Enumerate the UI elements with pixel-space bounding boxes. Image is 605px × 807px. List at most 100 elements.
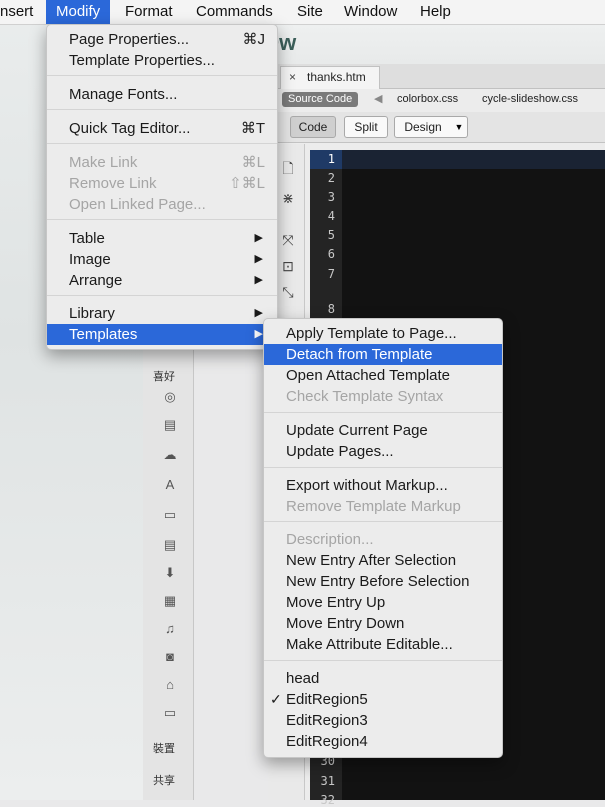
menu-item-arrange[interactable]: Arrange ▶ (47, 270, 277, 291)
menu-separator (47, 75, 277, 76)
panel-label-shared: 共享 (153, 775, 175, 787)
menu-item-region-head[interactable]: head (264, 668, 502, 689)
line-number: 3 (327, 190, 335, 204)
menu-item-make-link: Make Link ⌘L (69, 154, 265, 171)
open-documents-icon[interactable]: 🗋 (280, 160, 296, 176)
menu-separator (47, 295, 277, 296)
menu-separator (264, 521, 502, 522)
line-number: 32 (320, 793, 335, 807)
tab-thanks[interactable]: × thanks.htm (280, 66, 380, 89)
menu-separator (264, 660, 502, 661)
tab-label: thanks.htm (307, 70, 366, 84)
menu-item-library[interactable]: Library ▶ (47, 303, 277, 324)
menu-item-region-editregion3[interactable]: EditRegion3 (264, 710, 502, 731)
related-file-cycle[interactable]: cycle-slideshow.css (482, 93, 578, 105)
downloads-icon[interactable]: ⬇ (163, 566, 177, 580)
close-tab-icon[interactable]: × (289, 67, 296, 88)
balance-braces-icon[interactable]: ⤡ (280, 284, 296, 300)
document-tab-bar: × thanks.htm (268, 64, 605, 89)
home-icon[interactable]: ⌂ (163, 678, 177, 692)
menu-item-apply-template[interactable]: Apply Template to Page... (264, 323, 502, 344)
menu-item-update-pages[interactable]: Update Pages... (264, 441, 502, 462)
line-number: 2 (327, 171, 335, 185)
menu-item-new-entry-before[interactable]: New Entry Before Selection (264, 571, 502, 592)
desktop-icon[interactable]: ▭ (163, 508, 177, 522)
menu-item-move-entry-down[interactable]: Move Entry Down (264, 613, 502, 634)
line-number: 4 (327, 209, 335, 223)
menu-insert[interactable]: nsert (0, 0, 33, 24)
menu-item-region-editregion5[interactable]: ✓ EditRegion5 (264, 689, 502, 710)
menu-item-detach-from-template[interactable]: Detach from Template (264, 344, 502, 365)
menu-item-export-without-markup[interactable]: Export without Markup... (264, 475, 502, 496)
split-view-button[interactable]: Split (344, 116, 388, 138)
menu-help[interactable]: Help (420, 0, 451, 24)
camera-icon[interactable]: ◙ (163, 650, 177, 664)
source-code-button[interactable]: Source Code (282, 92, 359, 107)
menu-item-page-properties[interactable]: Page Properties... ⌘J (47, 29, 277, 50)
menu-item-manage-fonts[interactable]: Manage Fonts... (47, 84, 277, 105)
submenu-arrow-icon: ▶ (254, 232, 263, 244)
menu-format[interactable]: Format (125, 0, 173, 24)
folder-icon[interactable]: ▭ (163, 706, 177, 720)
design-view-button[interactable]: Design (394, 116, 452, 138)
menu-separator (264, 467, 502, 468)
line-number: 1 (327, 152, 335, 166)
menu-item-table[interactable]: Table ▶ (47, 228, 277, 249)
menu-item-update-current-page[interactable]: Update Current Page (264, 420, 502, 441)
menu-item-remove-template-markup: Remove Template Markup (286, 498, 461, 515)
collapse-icon[interactable]: ⋇ (280, 190, 296, 206)
line-number: 6 (327, 247, 335, 261)
menu-separator (264, 412, 502, 413)
line-number: 8 (327, 302, 335, 316)
menu-item-templates[interactable]: Templates ▶ (47, 324, 277, 345)
document-icon[interactable]: ▤ (163, 418, 177, 432)
code-view-button[interactable]: Code (290, 116, 336, 138)
line-number: 7 (327, 267, 335, 281)
menu-item-open-attached-template[interactable]: Open Attached Template (264, 365, 502, 386)
menu-commands[interactable]: Commands (196, 0, 273, 24)
templates-submenu: Apply Template to Page... Detach from Te… (263, 318, 503, 758)
menu-separator (47, 109, 277, 110)
chevron-left-icon[interactable]: ◀ (374, 92, 382, 105)
expand-icon[interactable]: ⤧ (280, 232, 296, 248)
current-line-row (342, 150, 605, 169)
side-panel: 喜好 ◎ ▤ ☁ A ▭ ▤ ⬇ ▦ ♫ ◙ ⌂ ▭ 裝置 共享 (143, 340, 194, 800)
menu-item-remove-link: Remove Link ⇧⌘L (69, 175, 265, 192)
menu-item-template-properties[interactable]: Template Properties... (47, 50, 277, 71)
menu-item-open-linked-page: Open Linked Page... (69, 196, 206, 213)
menu-separator (47, 143, 277, 144)
view-toolbar: Code Split Design ▼ (268, 112, 605, 143)
cloud-icon[interactable]: ☁ (163, 448, 177, 462)
submenu-arrow-icon: ▶ (254, 253, 263, 265)
music-icon[interactable]: ♫ (163, 622, 177, 636)
modify-menu: Page Properties... ⌘J Template Properties… (46, 24, 278, 350)
apps-icon[interactable]: A (163, 478, 177, 492)
submenu-arrow-icon: ▶ (254, 274, 263, 286)
select-parent-icon[interactable]: ⊡ (280, 258, 296, 274)
menu-modify[interactable]: Modify (46, 0, 111, 24)
submenu-arrow-icon: ▶ (254, 307, 263, 319)
related-file-colorbox[interactable]: colorbox.css (397, 93, 458, 105)
airdrop-icon[interactable]: ◎ (163, 390, 177, 404)
related-files-bar: Source Code ◀ colorbox.css cycle-slidesh… (268, 89, 605, 111)
menu-item-image[interactable]: Image ▶ (47, 249, 277, 270)
menu-site[interactable]: Site (297, 0, 323, 24)
menu-item-description: Description... (286, 531, 374, 548)
line-number: 5 (327, 228, 335, 242)
line-number: 31 (320, 774, 335, 788)
menu-item-check-template-syntax: Check Template Syntax (286, 388, 444, 405)
chevron-down-icon[interactable]: ▼ (451, 116, 468, 138)
menu-separator (47, 219, 277, 220)
checkmark-icon: ✓ (270, 691, 282, 707)
menu-bar: nsert Modify Format Commands Site Window… (0, 0, 605, 25)
menu-item-quick-tag-editor[interactable]: Quick Tag Editor... ⌘T (47, 118, 277, 139)
movies-icon[interactable]: ▦ (163, 594, 177, 608)
menu-window[interactable]: Window (344, 0, 397, 24)
panel-label-favorites: 喜好 (153, 371, 175, 383)
submenu-arrow-icon: ▶ (254, 328, 263, 340)
menu-item-region-editregion4[interactable]: EditRegion4 (264, 731, 502, 752)
document-icon-2[interactable]: ▤ (163, 538, 177, 552)
menu-item-make-attribute-editable[interactable]: Make Attribute Editable... (264, 634, 502, 655)
menu-item-new-entry-after[interactable]: New Entry After Selection (264, 550, 502, 571)
menu-item-move-entry-up[interactable]: Move Entry Up (264, 592, 502, 613)
